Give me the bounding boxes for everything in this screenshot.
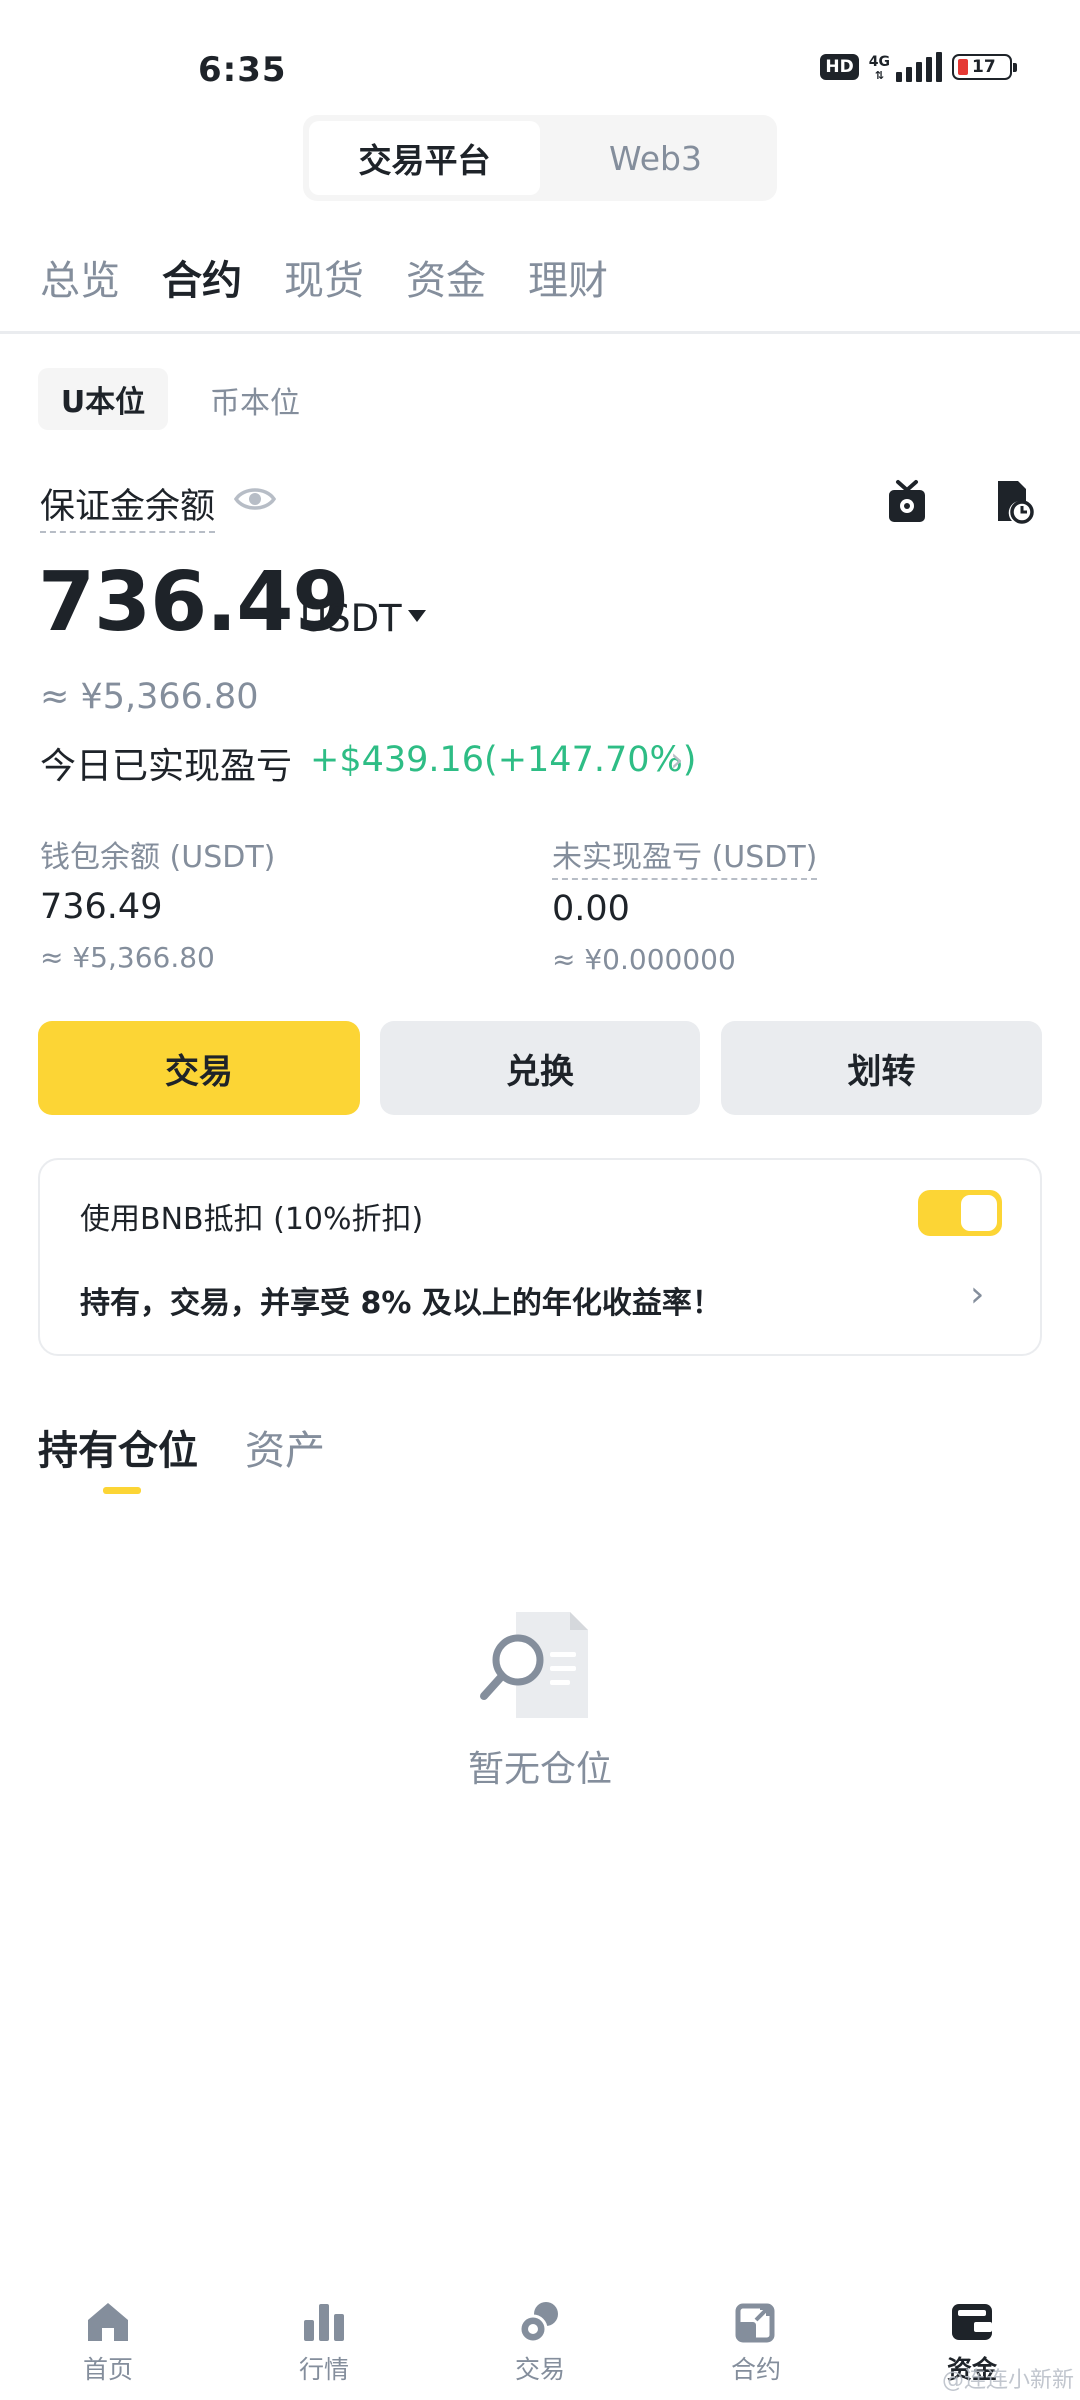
balance-unit-selector[interactable]: USDT bbox=[300, 597, 402, 640]
unrealized-pnl-value: 0.00 bbox=[552, 889, 630, 929]
wallet-balance-cny: ≈ ¥5,366.80 bbox=[40, 941, 215, 974]
tab-overview[interactable]: 总览 bbox=[40, 248, 120, 306]
tab-active-indicator bbox=[103, 1487, 141, 1494]
nav-futures[interactable]: 合约 bbox=[648, 2280, 864, 2400]
nav-trade-label: 交易 bbox=[514, 2355, 565, 2384]
hd-icon: HD bbox=[820, 54, 859, 80]
today-pnl-label[interactable]: 今日已实现盈亏 bbox=[40, 737, 292, 789]
unrealized-pnl-cny: ≈ ¥0.000000 bbox=[552, 943, 736, 976]
transfer-button[interactable]: 划转 bbox=[721, 1021, 1042, 1115]
gift-icon[interactable] bbox=[886, 478, 928, 528]
bnb-discount-card: 使用BNB抵扣 (10%折扣) 持有，交易，并享受 8% 及以上的年化收益率！ … bbox=[38, 1158, 1042, 1356]
tab-futures[interactable]: 合约 bbox=[162, 248, 242, 306]
top-tabs: 总览 合约 现货 资金 理财 bbox=[40, 248, 608, 306]
futures-icon bbox=[735, 2303, 775, 2343]
unrealized-pnl-label[interactable]: 未实现盈亏 (USDT) bbox=[552, 832, 818, 880]
status-time: 6:35 bbox=[198, 50, 287, 90]
bottom-nav: 首页 行情 交易 合约 资金 bbox=[0, 2280, 1080, 2400]
eye-icon[interactable] bbox=[233, 484, 277, 518]
empty-search-icon bbox=[478, 1606, 602, 1730]
network-type: 4G ⇅ bbox=[869, 54, 890, 81]
tab-spot[interactable]: 现货 bbox=[284, 248, 364, 306]
bnb-discount-label: 使用BNB抵扣 (10%折扣) bbox=[80, 1202, 424, 1237]
nav-trade[interactable]: 交易 bbox=[432, 2280, 648, 2400]
subtab-usdm[interactable]: U本位 bbox=[38, 368, 168, 430]
platform-exchange-tab[interactable]: 交易平台 bbox=[309, 121, 540, 195]
today-pnl-value[interactable]: +$439.16(+147.70%) bbox=[310, 740, 696, 780]
network-label: 4G bbox=[868, 53, 890, 70]
data-arrows-icon: ⇅ bbox=[874, 68, 884, 82]
signal-icon bbox=[896, 52, 942, 82]
wallet-balance-value: 736.49 bbox=[40, 887, 163, 927]
balance-cny-approx: ≈ ¥5,366.80 bbox=[40, 677, 259, 717]
caret-down-icon[interactable] bbox=[408, 610, 426, 622]
platform-web3-tab[interactable]: Web3 bbox=[540, 121, 771, 195]
platform-switch: 交易平台 Web3 bbox=[303, 115, 777, 201]
tab-assets[interactable]: 资产 bbox=[245, 1418, 325, 1476]
nav-markets[interactable]: 行情 bbox=[216, 2280, 432, 2400]
order-history-icon[interactable] bbox=[994, 478, 1034, 528]
nav-futures-label: 合约 bbox=[730, 2355, 781, 2384]
margin-balance-label[interactable]: 保证金余额 bbox=[40, 478, 216, 533]
trade-icon bbox=[518, 2302, 558, 2344]
status-icons: HD 4G ⇅ 17 bbox=[820, 52, 1017, 82]
convert-button[interactable]: 兑换 bbox=[380, 1021, 700, 1115]
tab-earn[interactable]: 理财 bbox=[528, 248, 608, 306]
trade-button[interactable]: 交易 bbox=[38, 1021, 360, 1115]
chevron-right-icon[interactable]: › bbox=[970, 1274, 984, 1315]
subtab-coinm[interactable]: 币本位 bbox=[210, 378, 300, 422]
empty-positions-text: 暂无仓位 bbox=[467, 1749, 612, 1790]
nav-markets-label: 行情 bbox=[298, 2355, 349, 2384]
nav-home-label: 首页 bbox=[82, 2355, 133, 2384]
tabs-divider bbox=[0, 331, 1080, 334]
bnb-promo-text[interactable]: 持有，交易，并享受 8% 及以上的年化收益率！ bbox=[80, 1278, 722, 1322]
tab-funding[interactable]: 资金 bbox=[406, 248, 486, 306]
battery-icon: 17 bbox=[952, 54, 1017, 80]
tab-positions[interactable]: 持有仓位 bbox=[38, 1418, 198, 1476]
market-chart-icon bbox=[304, 2304, 344, 2341]
battery-level: 17 bbox=[972, 57, 996, 77]
watermark: @连连小新新 bbox=[941, 2368, 1074, 2393]
wallet-icon bbox=[952, 2304, 992, 2340]
chevron-right-icon[interactable]: › bbox=[670, 740, 684, 780]
nav-home[interactable]: 首页 bbox=[0, 2280, 216, 2400]
home-icon bbox=[88, 2303, 128, 2341]
bnb-discount-toggle[interactable] bbox=[918, 1190, 1002, 1236]
wallet-balance-label: 钱包余额 (USDT) bbox=[40, 840, 276, 875]
